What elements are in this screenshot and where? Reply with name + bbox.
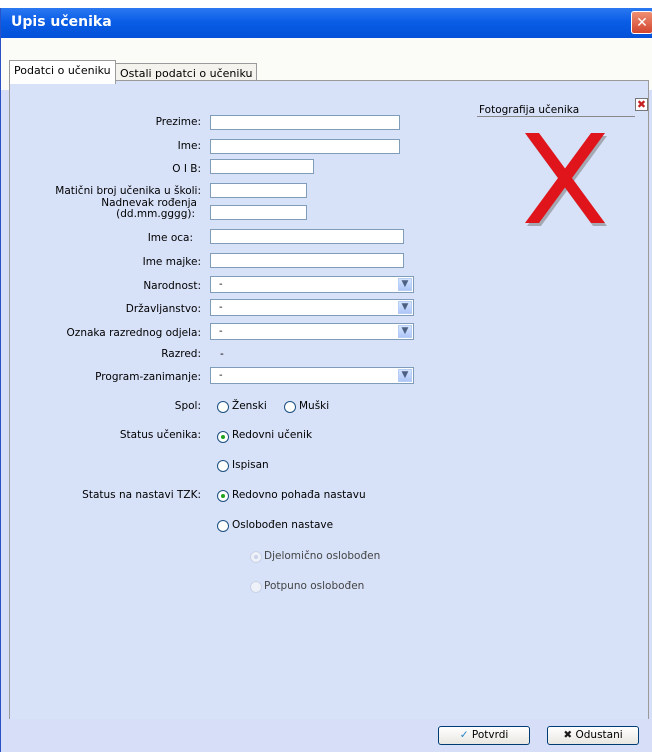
- photo-missing-icon: [525, 133, 607, 226]
- label-spol: Spol:: [174, 400, 201, 412]
- chevron-down-icon[interactable]: ▼: [398, 325, 412, 338]
- close-icon: ✕: [636, 15, 648, 31]
- chevron-down-icon[interactable]: ▼: [398, 369, 412, 382]
- radio-zenski[interactable]: [217, 401, 229, 413]
- checkmark-icon: ✓: [459, 729, 469, 741]
- potvrdi-button[interactable]: ✓ Potvrdi: [438, 726, 530, 745]
- tab-podatci[interactable]: Podatci o učeniku: [9, 60, 116, 84]
- radio-oslobodjen[interactable]: [217, 520, 229, 532]
- drzavljanstvo-value: -: [219, 302, 223, 313]
- radio-zenski-label: Ženski: [232, 400, 267, 412]
- label-narodnost: Narodnost:: [143, 280, 201, 292]
- potvrdi-label: Potvrdi: [471, 729, 509, 741]
- close-button[interactable]: ✕: [631, 11, 652, 34]
- radio-muski[interactable]: [284, 401, 296, 413]
- narodnost-value: -: [219, 279, 223, 290]
- program-select[interactable]: - ▼: [210, 367, 414, 384]
- maticni-broj-input[interactable]: [210, 183, 307, 198]
- label-ime-majke: Ime majke:: [142, 256, 201, 268]
- ime-oca-input[interactable]: [210, 229, 404, 244]
- radio-djelomicno-label: Djelomično oslobođen: [264, 550, 381, 562]
- close-icon: ✖: [563, 729, 573, 741]
- label-oib: O I B:: [172, 163, 201, 175]
- oznaka-odjela-value: -: [219, 326, 223, 337]
- razred-value: -: [220, 348, 224, 360]
- label-status-tzk: Status na nastavi TZK:: [82, 489, 201, 501]
- radio-redovno-pohada-label: Redovno pohađa nastavu: [232, 489, 366, 501]
- radio-potpuno: [250, 581, 262, 593]
- label-oznaka-odjela: Oznaka razrednog odjela:: [66, 327, 201, 339]
- photo-placeholder[interactable]: [521, 133, 611, 233]
- label-ime-oca: Ime oca:: [147, 232, 193, 244]
- radio-oslobodjen-label: Oslobođen nastave: [232, 519, 334, 531]
- label-ime: Ime:: [177, 140, 201, 152]
- photo-divider: [477, 116, 635, 117]
- label-razred: Razred:: [161, 348, 201, 360]
- narodnost-select[interactable]: - ▼: [210, 276, 414, 293]
- label-program: Program-zanimanje:: [95, 371, 201, 383]
- radio-potpuno-label: Potpuno oslobođen: [264, 580, 365, 592]
- program-value: -: [219, 370, 223, 381]
- label-prezime: Prezime:: [155, 116, 201, 128]
- label-maticni-broj: Matični broj učenika u školi:: [55, 185, 201, 197]
- drzavljanstvo-select[interactable]: - ▼: [210, 299, 414, 316]
- odustani-label: Odustani: [575, 729, 623, 741]
- oib-input[interactable]: [210, 159, 314, 174]
- ime-input[interactable]: [210, 139, 400, 154]
- chevron-down-icon[interactable]: ▼: [398, 301, 412, 314]
- nadnevak-input[interactable]: [210, 205, 307, 220]
- label-nadnevak-format: (dd.mm.gggg):: [116, 208, 195, 220]
- title-bar[interactable]: Upis učenika ✕: [1, 8, 652, 38]
- odustani-button[interactable]: ✖ Odustani: [547, 726, 639, 745]
- label-drzavljanstvo: Državljanstvo:: [125, 303, 201, 315]
- ime-majke-input[interactable]: [210, 253, 404, 268]
- photo-label: Fotografija učenika: [479, 104, 580, 116]
- radio-muski-label: Muški: [299, 400, 330, 412]
- radio-ispisan-label: Ispisan: [232, 459, 269, 471]
- prezime-input[interactable]: [210, 115, 400, 130]
- button-bar: ✓ Potvrdi ✖ Odustani: [1, 719, 652, 752]
- radio-redovni-ucenik-label: Redovni učenik: [232, 429, 313, 441]
- radio-redovni-ucenik[interactable]: [217, 431, 229, 443]
- radio-ispisan[interactable]: [217, 460, 229, 472]
- label-status-ucenika: Status učenika:: [119, 429, 201, 441]
- oznaka-odjela-select[interactable]: - ▼: [210, 323, 414, 340]
- radio-djelomicno: [250, 551, 262, 563]
- dialog-window: Upis učenika ✕ Podatci o učeniku Ostali …: [0, 8, 652, 752]
- chevron-down-icon[interactable]: ▼: [398, 278, 412, 291]
- radio-redovno-pohada[interactable]: [217, 490, 229, 502]
- window-title: Upis učenika: [11, 14, 112, 30]
- clear-photo-icon[interactable]: ✖: [635, 98, 648, 111]
